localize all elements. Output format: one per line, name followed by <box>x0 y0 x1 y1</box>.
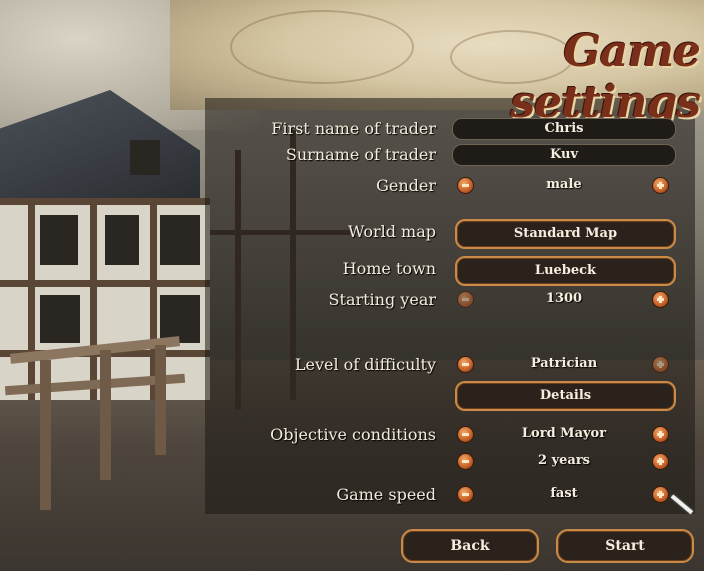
objective-duration-value: 2 years <box>538 453 590 468</box>
gender-decrease-icon[interactable] <box>458 178 473 193</box>
fence-post <box>100 350 111 480</box>
starting-year-decrease-icon[interactable] <box>458 292 473 307</box>
gender-value: male <box>546 177 582 192</box>
objective-value: Lord Mayor <box>521 426 607 441</box>
difficulty-decrease-icon[interactable] <box>458 357 473 372</box>
world-map-button[interactable]: Standard Map <box>455 219 676 249</box>
home-town-button[interactable]: Luebeck <box>455 256 676 286</box>
fence-post <box>155 345 166 455</box>
starting-year-value: 1300 <box>545 291 583 306</box>
duration-increase-icon[interactable] <box>653 454 668 469</box>
home-town-label: Home town <box>342 259 436 278</box>
duration-decrease-icon[interactable] <box>458 454 473 469</box>
surname-input[interactable]: Kuv <box>452 144 676 166</box>
page-title: Game settings <box>510 26 701 128</box>
game-speed-increase-icon[interactable] <box>653 487 668 502</box>
back-button[interactable]: Back <box>401 529 539 563</box>
objective-decrease-icon[interactable] <box>458 427 473 442</box>
objective-label: Objective conditions <box>270 425 436 444</box>
start-button[interactable]: Start <box>556 529 694 563</box>
game-settings-screen: Game settings First name of trader Chris… <box>0 0 704 571</box>
first-name-label: First name of trader <box>271 119 436 138</box>
difficulty-value: Patrician <box>530 356 598 371</box>
fence-post <box>40 360 51 510</box>
first-name-input[interactable]: Chris <box>452 118 676 140</box>
game-speed-decrease-icon[interactable] <box>458 487 473 502</box>
starting-year-increase-icon[interactable] <box>653 292 668 307</box>
starting-year-label: Starting year <box>328 290 436 309</box>
game-speed-value: fast <box>550 486 578 501</box>
world-map-label: World map <box>347 222 436 241</box>
gender-increase-icon[interactable] <box>653 178 668 193</box>
game-speed-label: Game speed <box>336 485 436 504</box>
surname-label: Surname of trader <box>285 145 436 164</box>
objective-increase-icon[interactable] <box>653 427 668 442</box>
difficulty-details-button[interactable]: Details <box>455 381 676 411</box>
difficulty-increase-icon[interactable] <box>653 357 668 372</box>
difficulty-label: Level of difficulty <box>294 355 436 374</box>
gender-label: Gender <box>376 176 436 195</box>
